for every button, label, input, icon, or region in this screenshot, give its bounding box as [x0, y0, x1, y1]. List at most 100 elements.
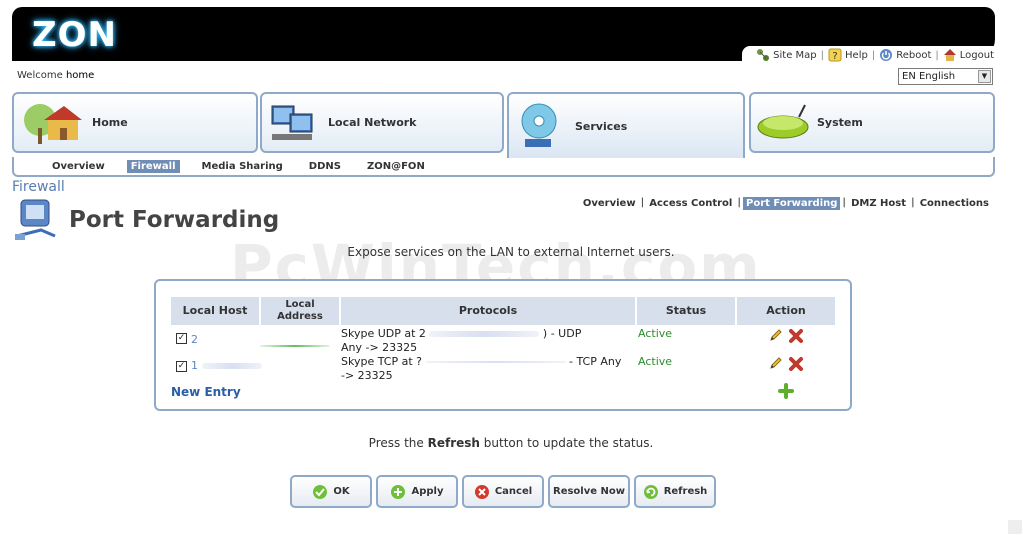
- tab-local-network-label: Local Network: [328, 116, 417, 129]
- disc-icon: [521, 103, 557, 147]
- power-icon: [880, 49, 893, 61]
- language-value: EN English: [902, 71, 956, 82]
- site-map-link[interactable]: Site Map: [756, 48, 817, 62]
- new-entry-link[interactable]: New Entry: [171, 385, 241, 399]
- subnav-media-sharing[interactable]: Media Sharing: [198, 160, 287, 173]
- protocol-line2: -> 23325: [341, 369, 393, 382]
- subnav-firewall[interactable]: Firewall: [126, 159, 180, 173]
- check-circle-icon: [313, 484, 328, 499]
- row-enable-checkbox[interactable]: ✓: [176, 333, 187, 344]
- row-enable-checkbox[interactable]: ✓: [176, 361, 187, 372]
- separator: |: [737, 197, 741, 208]
- header-local-host: Local Host: [171, 297, 259, 325]
- protocol-tail: - TCP Any: [569, 355, 622, 368]
- tab-local-network[interactable]: Local Network: [260, 92, 504, 153]
- house-logout-icon: [943, 49, 956, 61]
- resolve-now-button[interactable]: Resolve Now: [548, 475, 630, 508]
- nav-connections[interactable]: Connections: [917, 197, 992, 210]
- apply-circle-icon: [391, 484, 406, 499]
- page: ZON Site Map | ? Help | Reboot | Logout …: [0, 0, 1022, 535]
- scrollbar-corner[interactable]: [1008, 520, 1022, 534]
- table-row-protocols: Skype TCP at ? - TCP Any -> 23325: [341, 355, 636, 383]
- house-tree-icon: [24, 103, 82, 144]
- resolve-now-label: Resolve Now: [553, 486, 625, 497]
- add-plus-icon[interactable]: [778, 383, 794, 399]
- protocol-line1: Skype UDP at 2: [341, 327, 426, 340]
- svg-text:?: ?: [832, 51, 837, 62]
- page-description: Expose services on the LAN to external I…: [347, 245, 675, 259]
- tab-services-label: Services: [575, 119, 628, 133]
- delete-x-icon[interactable]: [788, 328, 804, 344]
- apply-button[interactable]: Apply: [376, 475, 458, 508]
- table-row-host: 2: [191, 333, 198, 347]
- separator: |: [842, 197, 847, 208]
- reboot-link[interactable]: Reboot: [879, 48, 931, 62]
- computers-icon: [271, 105, 313, 140]
- welcome-prefix: Welcome: [17, 70, 63, 81]
- firewall-nav: Overview | Access Control | Port Forward…: [580, 197, 992, 210]
- help-label: Help: [845, 49, 868, 61]
- status-badge: Active: [638, 327, 673, 340]
- separator: |: [911, 197, 915, 208]
- language-select[interactable]: EN English ▼: [898, 68, 993, 85]
- ok-label: OK: [333, 486, 350, 497]
- router-icon: [757, 104, 809, 138]
- sitemap-icon: [757, 49, 770, 61]
- sub-navigation: Overview Firewall Media Sharing DDNS ZON…: [12, 157, 995, 177]
- tab-home-label: Home: [92, 116, 128, 129]
- separator: |: [935, 49, 939, 61]
- header-status: Status: [637, 297, 735, 325]
- delete-x-icon[interactable]: [788, 356, 804, 372]
- logout-link[interactable]: Logout: [943, 48, 994, 62]
- site-map-label: Site Map: [773, 49, 817, 61]
- redacted-ip: [425, 361, 566, 363]
- tab-services[interactable]: Services: [507, 92, 745, 158]
- tab-home[interactable]: Home: [12, 92, 258, 153]
- help-link[interactable]: ? Help: [828, 48, 868, 62]
- logout-label: Logout: [959, 49, 994, 61]
- protocol-line1: Skype TCP at ?: [341, 355, 422, 368]
- table-row-protocols: Skype UDP at 2 ) - UDP Any -> 23325: [341, 327, 636, 355]
- status-badge: Active: [638, 355, 673, 368]
- header-local-address: Local Address: [261, 297, 339, 325]
- separator: |: [820, 49, 825, 61]
- refresh-hint-before: Press the: [368, 436, 424, 450]
- page-title: Port Forwarding: [69, 207, 280, 233]
- port-forwarding-icon: [15, 199, 56, 240]
- cancel-circle-icon: [474, 484, 489, 499]
- redacted-ip: [429, 331, 540, 337]
- reboot-label: Reboot: [896, 49, 932, 61]
- refresh-button[interactable]: Refresh: [634, 475, 716, 508]
- edit-pencil-icon[interactable]: [769, 356, 783, 370]
- nav-dmz-host[interactable]: DMZ Host: [848, 197, 909, 210]
- section-title: Firewall: [12, 179, 65, 195]
- redacted-address: [260, 339, 330, 353]
- chevron-down-icon[interactable]: ▼: [978, 70, 991, 83]
- protocol-tail: ) - UDP: [542, 327, 582, 340]
- port-forwarding-table: Local Host Local Address Protocols Statu…: [154, 279, 852, 411]
- ok-button[interactable]: OK: [290, 475, 372, 508]
- separator: |: [871, 49, 876, 61]
- header-protocols: Protocols: [341, 297, 635, 325]
- table-row-host: 1: [191, 359, 262, 373]
- welcome-text: Welcome home: [17, 70, 94, 81]
- tab-system-label: System: [817, 116, 863, 129]
- subnav-zon-fon[interactable]: ZON@FON: [363, 160, 429, 173]
- tab-system[interactable]: System: [749, 92, 995, 153]
- header-action: Action: [737, 297, 835, 325]
- help-icon: ?: [828, 48, 842, 62]
- cancel-button[interactable]: Cancel: [462, 475, 544, 508]
- subnav-overview[interactable]: Overview: [48, 160, 109, 173]
- nav-port-forwarding[interactable]: Port Forwarding: [743, 197, 841, 210]
- subnav-ddns[interactable]: DDNS: [305, 160, 345, 173]
- welcome-user: home: [65, 70, 95, 81]
- zon-logo: ZON: [32, 15, 118, 55]
- redacted-host: [201, 363, 262, 369]
- edit-pencil-icon[interactable]: [769, 328, 783, 342]
- nav-overview[interactable]: Overview: [580, 197, 639, 210]
- refresh-hint-bold: Refresh: [427, 436, 480, 450]
- top-links: Site Map | ? Help | Reboot | Logout: [742, 46, 994, 64]
- refresh-hint-after: button to update the status.: [483, 436, 654, 450]
- refresh-hint: Press the Refresh button to update the s…: [0, 436, 1022, 450]
- nav-access-control[interactable]: Access Control: [646, 197, 735, 210]
